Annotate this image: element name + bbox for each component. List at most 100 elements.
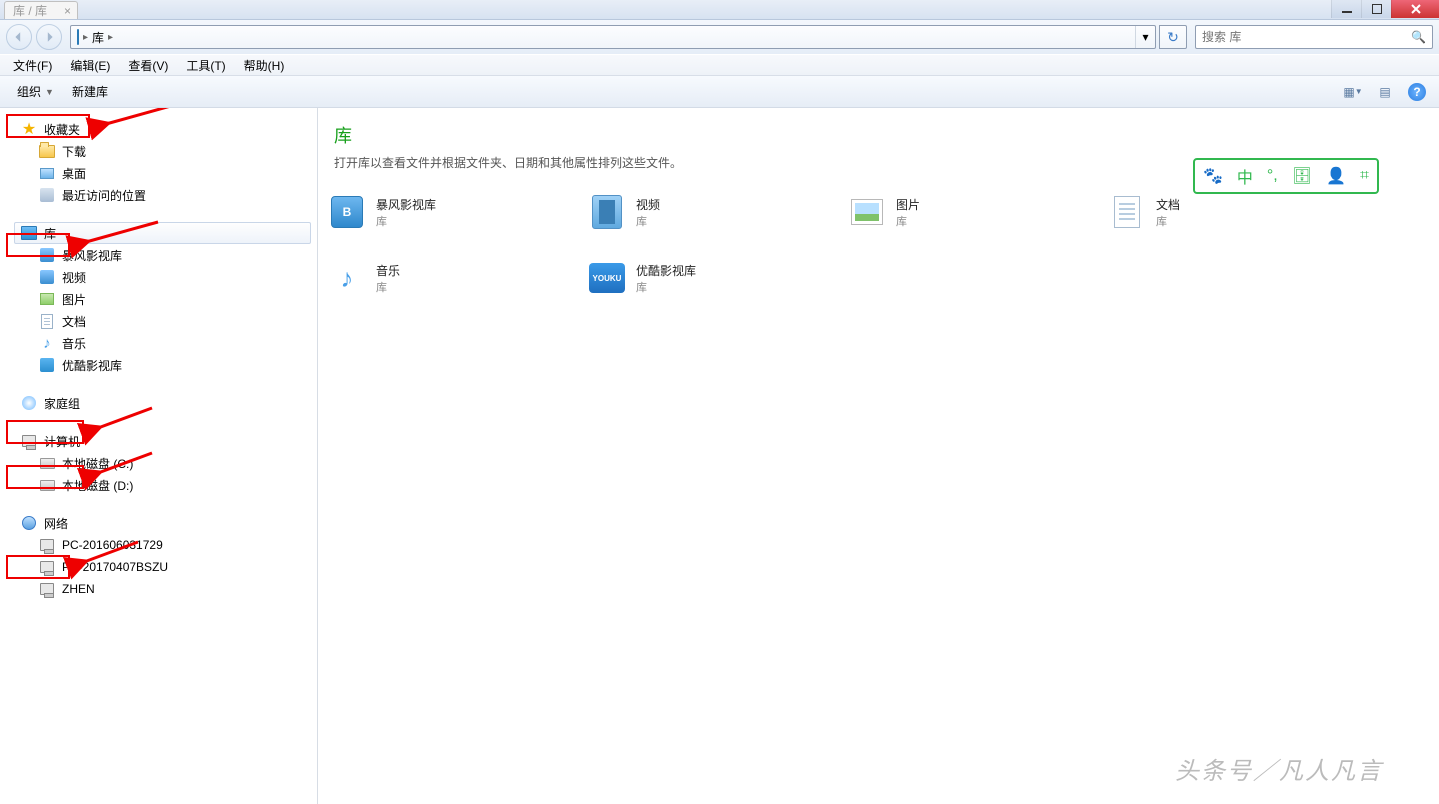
cmd-right-group: ▦▼ ▤ ? <box>1339 80 1431 104</box>
tree-video[interactable]: 视频 <box>0 266 317 288</box>
tree-label: 本地磁盘 (C:) <box>62 455 133 472</box>
library-item-youku[interactable]: YOUKU 优酷影视库库 <box>584 255 844 301</box>
network-icon <box>20 514 38 532</box>
tree-network[interactable]: 网络 <box>0 512 317 534</box>
float-icon[interactable]: 中 <box>1237 164 1253 188</box>
newlib-label: 新建库 <box>72 83 108 100</box>
library-icon <box>20 224 38 242</box>
downloads-icon <box>38 142 56 160</box>
video-lib-icon: B <box>328 193 366 231</box>
tree-libraries[interactable]: 库 <box>14 222 311 244</box>
library-item-video[interactable]: 视频库 <box>584 189 844 235</box>
tree-label: 音乐 <box>62 335 86 352</box>
star-icon: ★ <box>20 120 38 138</box>
music-icon: ♪ <box>328 259 366 297</box>
preview-pane-button[interactable]: ▤ <box>1371 80 1399 104</box>
document-icon <box>38 312 56 330</box>
library-item-documents[interactable]: 文档库 <box>1104 189 1364 235</box>
item-title: 优酷影视库 <box>636 262 696 279</box>
browser-tab[interactable]: 库 / 库 × <box>4 1 78 19</box>
tree-recent[interactable]: 最近访问的位置 <box>0 184 317 206</box>
nav-tree: ★ 收藏夹 下载 桌面 最近访问的位置 库 暴风影视库 视频 图片 文档 ♪ 音乐… <box>0 108 318 804</box>
recent-icon <box>38 186 56 204</box>
computer-icon <box>38 558 56 576</box>
picture-icon <box>38 290 56 308</box>
search-input[interactable] <box>1202 30 1411 44</box>
tree-label: 本地磁盘 (D:) <box>62 477 133 494</box>
library-item-baofeng[interactable]: B 暴风影视库库 <box>324 189 584 235</box>
menu-view[interactable]: 查看(V) <box>119 54 177 77</box>
picture-icon <box>848 193 886 231</box>
tree-label: 优酷影视库 <box>62 357 122 374</box>
tree-label: ZHEN <box>62 582 95 596</box>
float-icon[interactable]: 🐾 <box>1203 166 1223 186</box>
item-title: 文档 <box>1156 196 1180 213</box>
tab-label: 库 / 库 <box>13 2 47 19</box>
tree-disk-d[interactable]: 本地磁盘 (D:) <box>0 474 317 496</box>
disk-icon <box>38 476 56 494</box>
maximize-button[interactable] <box>1361 0 1391 18</box>
content-pane: 库 打开库以查看文件并根据文件夹、日期和其他属性排列这些文件。 B 暴风影视库库… <box>318 108 1439 804</box>
float-icon[interactable]: 👤 <box>1326 166 1346 186</box>
computer-icon <box>38 536 56 554</box>
item-title: 音乐 <box>376 262 400 279</box>
view-options-button[interactable]: ▦▼ <box>1339 80 1367 104</box>
tree-network-pc2[interactable]: PC-20170407BSZU <box>0 556 317 578</box>
menu-tools[interactable]: 工具(T) <box>177 54 234 77</box>
search-box[interactable]: 🔍 <box>1195 25 1433 49</box>
forward-button[interactable] <box>36 24 62 50</box>
address-bar[interactable]: ▸ 库 ▸ ▾ <box>70 25 1156 49</box>
nav-row: ▸ 库 ▸ ▾ ↻ 🔍 <box>0 20 1439 54</box>
window-controls <box>1331 0 1439 18</box>
float-icon[interactable]: °, <box>1267 167 1278 185</box>
new-library-button[interactable]: 新建库 <box>63 79 117 104</box>
tree-disk-c[interactable]: 本地磁盘 (C:) <box>0 452 317 474</box>
tree-pictures[interactable]: 图片 <box>0 288 317 310</box>
chevron-right-icon[interactable]: ▸ <box>108 32 113 43</box>
organize-button[interactable]: 组织 ▼ <box>8 79 63 104</box>
tree-documents[interactable]: 文档 <box>0 310 317 332</box>
close-button[interactable] <box>1391 0 1439 18</box>
library-item-pictures[interactable]: 图片库 <box>844 189 1104 235</box>
minimize-button[interactable] <box>1331 0 1361 18</box>
tree-computer[interactable]: 计算机 <box>0 430 317 452</box>
help-button[interactable]: ? <box>1403 80 1431 104</box>
address-seg-label: 库 <box>92 29 104 46</box>
back-button[interactable] <box>6 24 32 50</box>
floating-toolbar[interactable]: 🐾 中 °, 🗄 👤 ⌗ <box>1193 158 1379 194</box>
tree-baofeng[interactable]: 暴风影视库 <box>0 244 317 266</box>
chevron-right-icon[interactable]: ▸ <box>83 32 88 43</box>
refresh-button[interactable]: ↻ <box>1159 25 1187 49</box>
tree-label: 家庭组 <box>44 395 80 412</box>
tree-desktop[interactable]: 桌面 <box>0 162 317 184</box>
music-icon: ♪ <box>38 334 56 352</box>
tree-label: 收藏夹 <box>44 121 80 138</box>
item-grid: B 暴风影视库库 视频库 图片库 文档库 ♪ 音乐库 YOUKU 优酷影视库库 <box>318 189 1439 301</box>
item-subtitle: 库 <box>636 213 660 229</box>
tree-homegroup[interactable]: 家庭组 <box>0 392 317 414</box>
float-icon[interactable]: ⌗ <box>1360 167 1369 185</box>
menu-file[interactable]: 文件(F) <box>4 54 61 77</box>
tab-close-icon[interactable]: × <box>64 4 71 18</box>
float-icon[interactable]: 🗄 <box>1292 166 1312 186</box>
search-icon[interactable]: 🔍 <box>1411 30 1426 44</box>
menu-help[interactable]: 帮助(H) <box>235 54 294 77</box>
video-icon <box>38 268 56 286</box>
tree-favorites[interactable]: ★ 收藏夹 <box>0 118 317 140</box>
tree-music[interactable]: ♪ 音乐 <box>0 332 317 354</box>
tree-label: 最近访问的位置 <box>62 187 146 204</box>
homegroup-icon <box>20 394 38 412</box>
address-dropdown[interactable]: ▾ <box>1135 26 1155 48</box>
tree-downloads[interactable]: 下载 <box>0 140 317 162</box>
titlebar: 库 / 库 × <box>0 0 1439 20</box>
item-title: 图片 <box>896 196 920 213</box>
chevron-down-icon: ▼ <box>45 87 54 97</box>
address-seg-root[interactable]: ▸ 库 ▸ <box>71 26 119 48</box>
tree-youku[interactable]: 优酷影视库 <box>0 354 317 376</box>
tree-network-pc1[interactable]: PC-201606031729 <box>0 534 317 556</box>
tree-label: 网络 <box>44 515 68 532</box>
library-item-music[interactable]: ♪ 音乐库 <box>324 255 584 301</box>
menu-edit[interactable]: 编辑(E) <box>61 54 119 77</box>
page-title: 库 <box>334 122 1423 148</box>
tree-network-pc3[interactable]: ZHEN <box>0 578 317 600</box>
